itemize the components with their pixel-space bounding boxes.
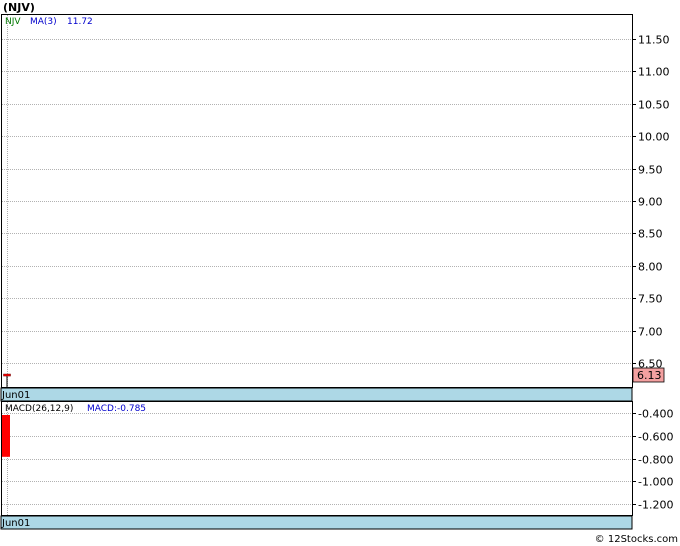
- price-tick-label: 10.50: [638, 99, 670, 112]
- stock-chart: (NJV) 6.507.007.508.008.509.009.5010.001…: [0, 1, 678, 545]
- macd-tick-label: -0.800: [638, 454, 673, 467]
- macd-panel: [1, 401, 633, 516]
- macd-legend-label: MACD(26,12,9): [5, 404, 73, 414]
- price-tick-label: 8.50: [638, 228, 663, 241]
- price-tick-label: 9.50: [638, 164, 663, 177]
- macd-tick-label: -1.000: [638, 476, 673, 489]
- watermark: © 12Stocks.com: [595, 534, 678, 545]
- macd-tick-label: -0.400: [638, 408, 673, 421]
- price-axis: 6.507.007.508.008.509.009.5010.0010.5011…: [632, 34, 670, 371]
- last-price-label: 6.13: [637, 369, 662, 382]
- macd-date-band: [0, 515, 633, 530]
- macd-bar: [2, 415, 10, 457]
- price-tick-label: 8.00: [638, 261, 663, 274]
- macd-series: [2, 415, 10, 457]
- price-tick-label: 10.00: [638, 131, 670, 144]
- price-tick-label: 7.00: [638, 326, 663, 339]
- legend-ticker: NJV: [5, 17, 21, 27]
- price-date-band: [0, 387, 633, 402]
- chart-title: (NJV): [3, 1, 35, 14]
- macd-legend-value: MACD:-0.785: [87, 404, 146, 414]
- price-tick-label: 11.00: [638, 66, 670, 79]
- price-date-label: Jun01: [1, 390, 30, 401]
- price-tick-label: 9.00: [638, 196, 663, 209]
- macd-tick-label: -1.200: [638, 499, 673, 512]
- price-tick-label: 11.50: [638, 34, 670, 47]
- macd-tick-label: -0.600: [638, 431, 673, 444]
- legend-ma-label: MA(3): [30, 17, 57, 27]
- price-tick-label: 7.50: [638, 293, 663, 306]
- legend-ma-value: 11.72: [67, 17, 93, 27]
- macd-axis: -0.400 -0.600 -0.800 -1.000 -1.200: [632, 408, 673, 512]
- candle-body: [3, 373, 11, 377]
- macd-date-label: Jun01: [1, 518, 30, 529]
